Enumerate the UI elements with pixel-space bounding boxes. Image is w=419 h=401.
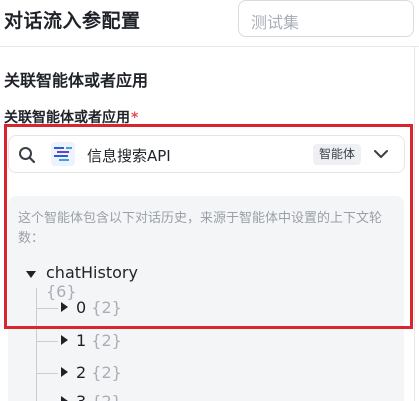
caret-right-icon[interactable] <box>61 367 68 377</box>
tree-node-name: 3 <box>76 392 86 401</box>
tree-node-label: 1 {2} <box>76 331 122 350</box>
highlight-frame <box>4 124 413 329</box>
page-title: 对话流入参配置 <box>4 10 141 32</box>
tree-node-name: 2 <box>76 363 87 382</box>
tree-node-name: 1 <box>76 331 87 350</box>
test-set-select[interactable]: 测试集 <box>238 0 414 37</box>
tree-branch-line <box>36 373 58 374</box>
panel-header: 对话流入参配置 测试集 <box>0 0 419 44</box>
tree-node[interactable]: 1 {2} <box>36 330 156 352</box>
tree-node[interactable]: 3 {2} <box>36 391 156 401</box>
caret-right-icon[interactable] <box>61 396 68 401</box>
caret-right-icon[interactable] <box>61 335 68 345</box>
test-set-placeholder: 测试集 <box>251 13 300 32</box>
header-divider <box>0 46 419 47</box>
tree-node[interactable]: 2 {2} <box>36 362 156 384</box>
tree-node-label: 3 {2} <box>76 392 122 401</box>
tree-node-count: {2} <box>91 363 122 382</box>
tree-branch-line <box>36 341 58 342</box>
section-title: 关联智能体或者应用 <box>4 71 149 90</box>
panel-right-border <box>414 46 415 401</box>
tree-node-count: {2} <box>91 331 122 350</box>
tree-node-label: 2 {2} <box>76 363 122 382</box>
tree-node-count: {2} <box>91 392 122 401</box>
